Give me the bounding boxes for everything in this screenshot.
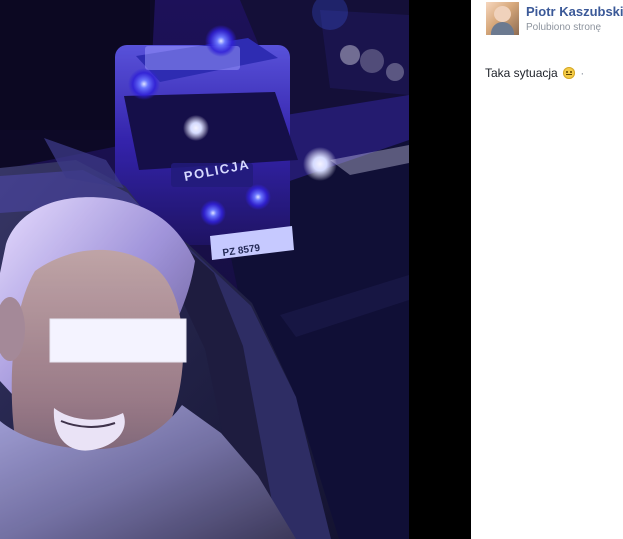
post-photo[interactable]: POLICJA PZ 8579 bbox=[0, 0, 409, 539]
photo-scene: POLICJA PZ 8579 bbox=[0, 0, 409, 539]
caption-separator: · bbox=[580, 66, 585, 80]
author-name-link[interactable]: Piotr Kaszubski bbox=[526, 4, 623, 19]
post-caption-text: Taka sytuacja bbox=[485, 66, 558, 80]
post-caption: Taka sytuacja · bbox=[485, 66, 584, 80]
photo-viewer-gap bbox=[409, 0, 471, 539]
avatar[interactable] bbox=[486, 2, 519, 35]
author-status-text: Polubiono stronę bbox=[526, 22, 602, 33]
facebook-post-viewer: POLICJA PZ 8579 Piotr Kaszubski Polubion… bbox=[0, 0, 623, 539]
post-details-panel: Piotr Kaszubski Polubiono stronę Taka sy… bbox=[471, 0, 623, 539]
slight-smile-icon bbox=[563, 67, 576, 79]
